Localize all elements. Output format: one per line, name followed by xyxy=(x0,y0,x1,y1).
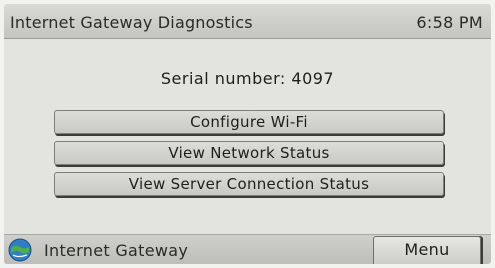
title-bar: Internet Gateway Diagnostics 6:58 PM xyxy=(4,4,491,39)
gateway-icon xyxy=(8,238,32,262)
diagnostics-screen: Internet Gateway Diagnostics 6:58 PM Ser… xyxy=(4,4,491,264)
view-network-status-button[interactable]: View Network Status xyxy=(54,141,444,165)
gateway-label: Internet Gateway xyxy=(44,241,189,260)
serial-number-label: Serial number: 4097 xyxy=(160,69,335,88)
main-content: Serial number: 4097 Configure Wi-Fi View… xyxy=(4,39,491,235)
screen-title: Internet Gateway Diagnostics xyxy=(10,13,253,32)
configure-wifi-button[interactable]: Configure Wi-Fi xyxy=(54,110,444,134)
menu-button[interactable]: Menu xyxy=(373,236,481,264)
bottom-bar: Internet Gateway Menu xyxy=(4,234,491,264)
clock-time: 6:58 PM xyxy=(416,13,483,32)
view-server-connection-status-button[interactable]: View Server Connection Status xyxy=(54,172,444,196)
